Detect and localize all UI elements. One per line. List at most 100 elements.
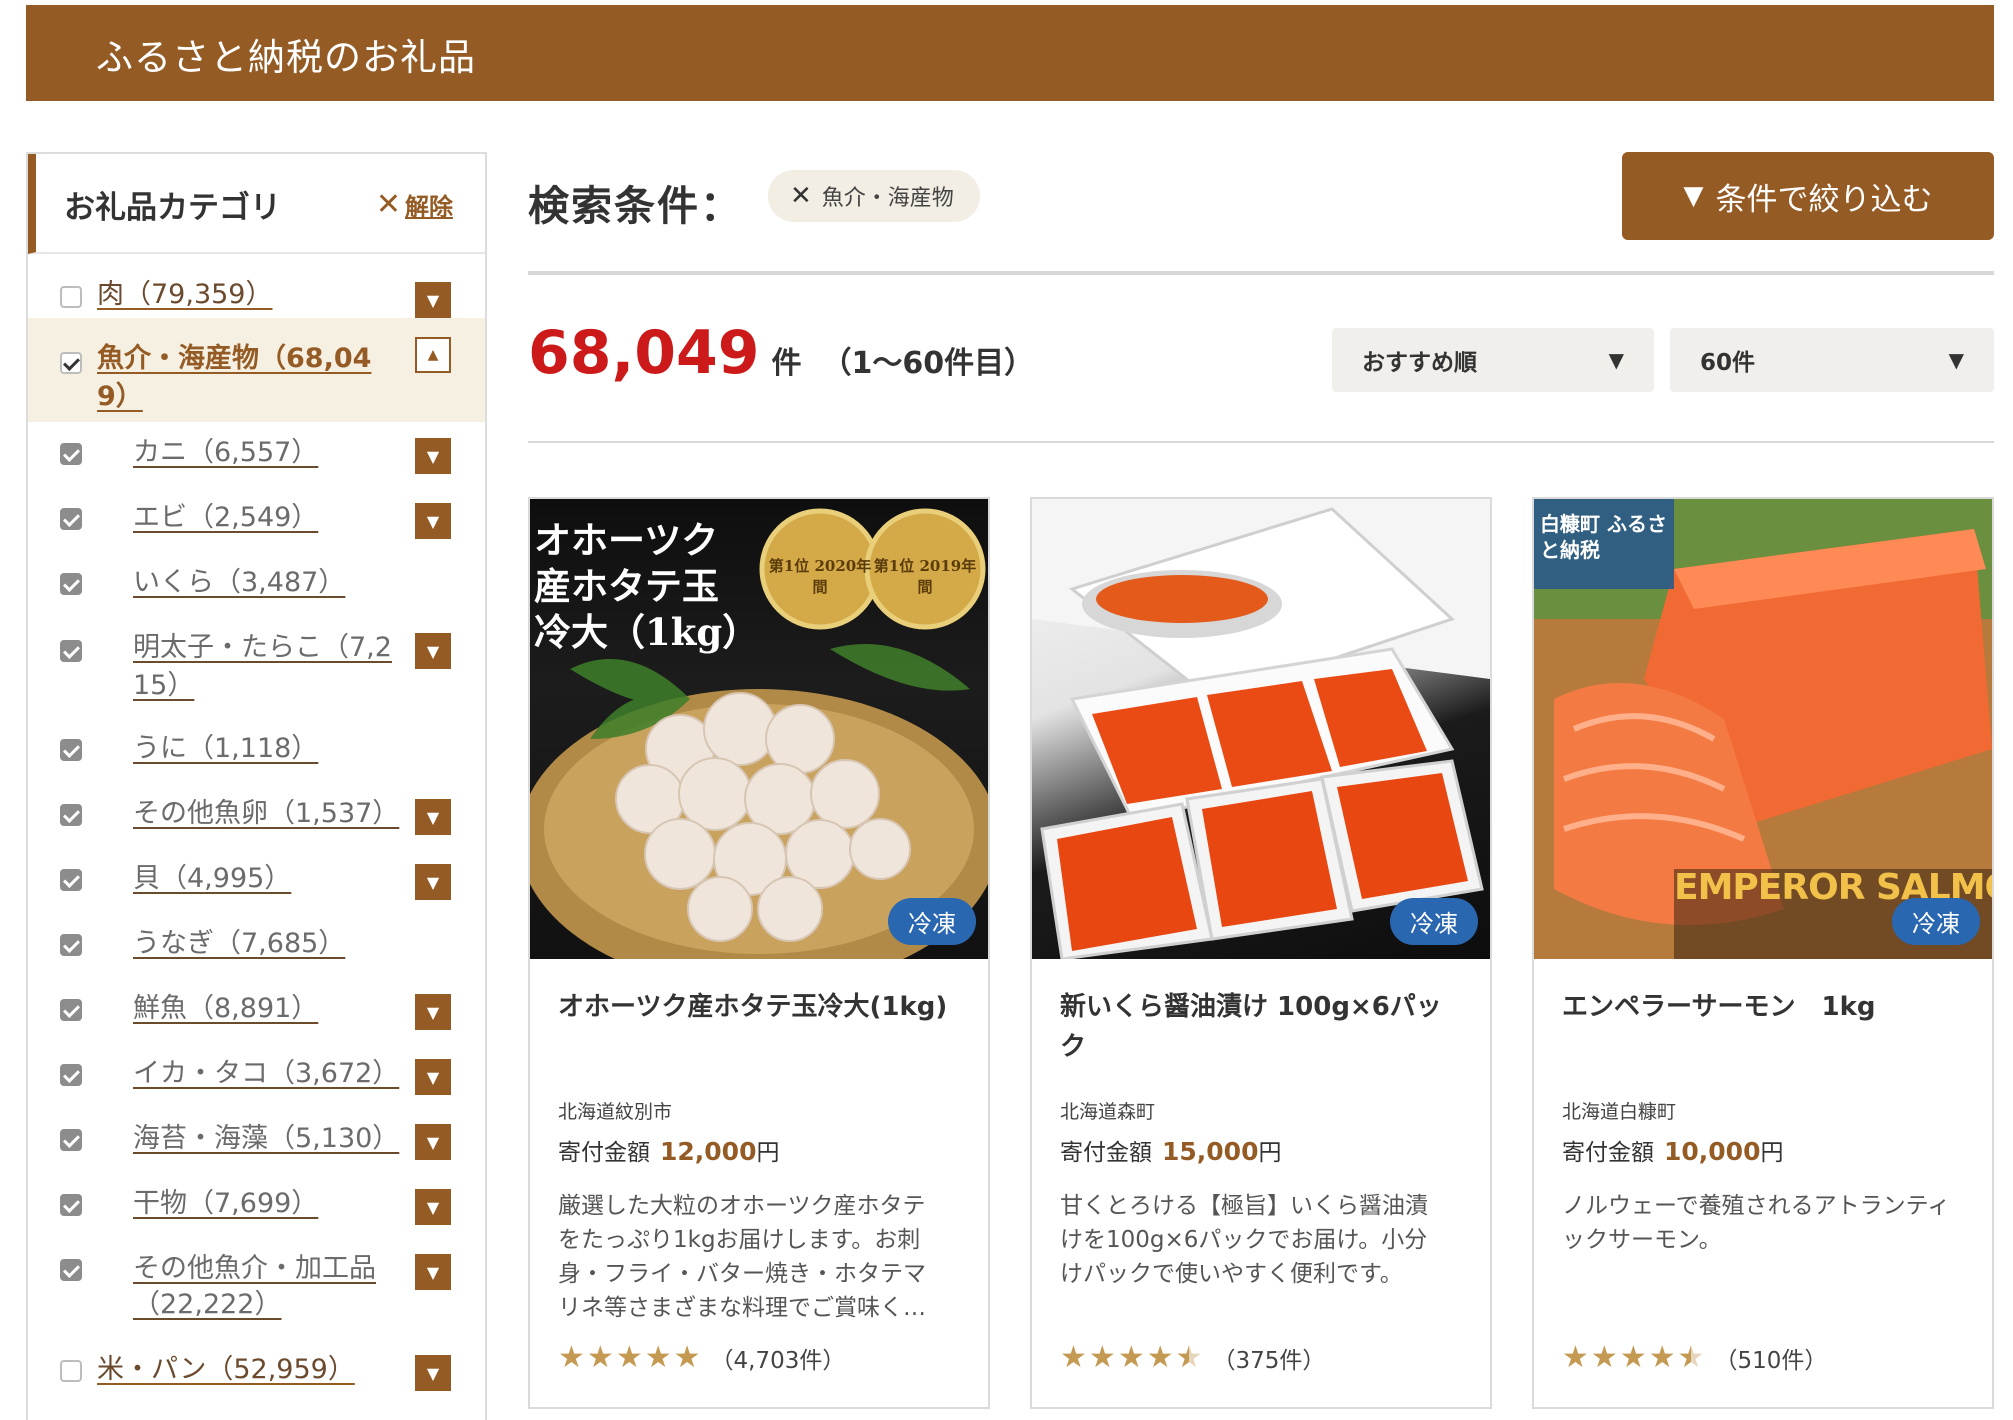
category-checkbox[interactable] (60, 934, 82, 956)
category-label[interactable]: 肉（79,359） (97, 276, 272, 314)
expand-icon[interactable]: ▼ (415, 1059, 451, 1095)
category-checkbox[interactable] (60, 1259, 82, 1281)
category-label[interactable]: イカ・タコ（3,672） (133, 1055, 399, 1093)
category-checkbox[interactable] (60, 869, 82, 891)
price-label: 寄付金額 (1060, 1140, 1152, 1166)
category-label[interactable]: うに（1,118） (133, 730, 318, 768)
category-item-crab[interactable]: カニ（6,557） ▼ (28, 422, 485, 487)
category-item-ikura[interactable]: いくら（3,487） (28, 552, 485, 617)
product-title[interactable]: エンペラーサーモン 1kg (1562, 987, 1964, 1027)
category-checkbox[interactable] (60, 804, 82, 826)
expand-icon[interactable]: ▼ (415, 994, 451, 1030)
expand-icon[interactable]: ▼ (415, 799, 451, 835)
category-label-line1[interactable]: 明太子・たらこ（7,2 (133, 629, 392, 667)
filter-button-label: 条件で絞り込む (1715, 181, 1933, 218)
search-condition-chip[interactable]: ✕ 魚介・海産物 (768, 170, 980, 222)
category-label[interactable]: カニ（6,557） (133, 434, 318, 472)
category-label[interactable]: エビ（2,549） (133, 499, 318, 537)
category-checkbox[interactable] (60, 1360, 82, 1382)
category-label[interactable]: 米・パン（52,959） (97, 1351, 355, 1389)
category-item-seafood[interactable]: 魚介・海産物（68,04 9） ▲ (28, 318, 485, 422)
price-unit: 円 (1760, 1140, 1784, 1166)
ranking-badge-text: 第1位 2020年間 (768, 557, 872, 596)
per-page-select[interactable]: 60件 ▼ (1670, 328, 1994, 392)
category-item-other-seafood[interactable]: その他魚介・加工品 （22,222） ▼ (28, 1238, 485, 1339)
category-item-other-roe[interactable]: その他魚卵（1,537） ▼ (28, 783, 485, 848)
product-card[interactable]: オホーツク産ホタテ玉冷大（1kg） 第1位 2020年間 第1位 2019年間 … (528, 497, 990, 1409)
clear-categories-button[interactable]: ✕ 解除 (376, 187, 453, 222)
product-image[interactable]: オホーツク産ホタテ玉冷大（1kg） 第1位 2020年間 第1位 2019年間 … (530, 499, 988, 959)
category-checkbox[interactable] (60, 508, 82, 530)
frozen-badge: 冷凍 (888, 898, 976, 945)
category-item-mentaiko[interactable]: 明太子・たらこ（7,2 15） ▼ (28, 617, 485, 718)
result-range: （1〜60件目） (821, 346, 1035, 381)
category-checkbox[interactable] (60, 640, 82, 662)
category-label-line2[interactable]: 9） (97, 378, 143, 416)
category-checkbox[interactable] (60, 1064, 82, 1086)
expand-icon[interactable]: ▼ (415, 1124, 451, 1160)
category-item-uni[interactable]: うに（1,118） (28, 718, 485, 783)
sort-select[interactable]: おすすめ順 ▼ (1332, 328, 1654, 392)
category-label[interactable]: その他魚卵（1,537） (133, 795, 399, 833)
result-count: 68,049 件 （1〜60件目） (528, 318, 1034, 388)
product-description: ノルウェーで養殖されるアトランティックサーモン。 (1562, 1193, 1951, 1253)
product-image[interactable]: 白糠町 ふるさと納税 EMPEROR SALMON 冷凍 (1534, 499, 1992, 959)
product-rating: ★★★★★ （375件） (1060, 1341, 1325, 1375)
product-title[interactable]: オホーツク産ホタテ玉冷大(1kg) (558, 987, 960, 1027)
category-item-eel[interactable]: うなぎ（7,685） (28, 913, 485, 978)
product-card[interactable]: 冷凍 新いくら醤油漬け 100g×6パック 北海道森町 寄付金額 15,000円 … (1030, 497, 1492, 1409)
category-item-shrimp[interactable]: エビ（2,549） ▼ (28, 487, 485, 552)
product-price: 寄付金額 15,000円 (1060, 1133, 1281, 1167)
frozen-badge: 冷凍 (1892, 898, 1980, 945)
category-label[interactable]: 貝（4,995） (133, 860, 291, 898)
product-title[interactable]: 新いくら醤油漬け 100g×6パック (1060, 987, 1462, 1067)
category-item-rice-bread[interactable]: 米・パン（52,959） ▼ (28, 1339, 485, 1409)
category-item-fresh-fish[interactable]: 鮮魚（8,891） ▼ (28, 978, 485, 1043)
image-caption: 白糠町 ふるさと納税 (1540, 512, 1667, 562)
category-label-line1[interactable]: その他魚介・加工品 (133, 1250, 376, 1288)
half-star-icon: ★ (1678, 1343, 1705, 1374)
category-label-line2[interactable]: （22,222） (133, 1286, 281, 1324)
expand-icon[interactable]: ▼ (415, 864, 451, 900)
close-icon[interactable]: ✕ (790, 181, 812, 211)
page-title: ふるさと納税のお礼品 (96, 36, 476, 79)
filter-button[interactable]: ▼ 条件で絞り込む (1622, 152, 1994, 240)
product-description: 厳選した大粒のオホーツク産ホタテをたっぷり1kgお届けします。お刺身・フライ・バ… (558, 1193, 926, 1321)
collapse-icon[interactable]: ▲ (415, 337, 451, 373)
category-label[interactable]: うなぎ（7,685） (133, 925, 345, 963)
expand-icon[interactable]: ▼ (415, 1355, 451, 1391)
category-checkbox[interactable] (60, 999, 82, 1021)
category-item-dried-fish[interactable]: 干物（7,699） ▼ (28, 1173, 485, 1238)
category-checkbox[interactable] (60, 443, 82, 465)
category-checkbox[interactable] (60, 573, 82, 595)
category-label[interactable]: いくら（3,487） (133, 564, 345, 602)
ranking-badge-text: 第1位 2019年間 (873, 557, 977, 596)
expand-icon[interactable]: ▼ (415, 282, 451, 318)
category-item-seaweed[interactable]: 海苔・海藻（5,130） ▼ (28, 1108, 485, 1173)
expand-icon[interactable]: ▼ (415, 633, 451, 669)
expand-icon[interactable]: ▼ (415, 438, 451, 474)
category-item-meat[interactable]: 肉（79,359） ▼ (28, 254, 485, 318)
category-item-shellfish[interactable]: 貝（4,995） ▼ (28, 848, 485, 913)
expand-icon[interactable]: ▼ (415, 1189, 451, 1225)
category-item-squid-octopus[interactable]: イカ・タコ（3,672） ▼ (28, 1043, 485, 1108)
product-price: 寄付金額 10,000円 (1562, 1133, 1783, 1167)
category-label[interactable]: 海苔・海藻（5,130） (133, 1120, 399, 1158)
expand-icon[interactable]: ▼ (415, 503, 451, 539)
image-caption: オホーツク産ホタテ玉冷大（1kg） (534, 518, 760, 654)
category-checkbox[interactable] (60, 286, 82, 308)
category-label-line2[interactable]: 15） (133, 667, 194, 705)
category-checkbox[interactable] (60, 1129, 82, 1151)
category-label[interactable]: 干物（7,699） (133, 1185, 318, 1223)
category-label[interactable]: 鮮魚（8,891） (133, 990, 318, 1028)
category-checkbox[interactable] (60, 739, 82, 761)
expand-icon[interactable]: ▼ (415, 1254, 451, 1290)
product-description: 甘くとろける【極旨】いくら醤油漬けを100g×6パックでお届け。小分けパックで使… (1060, 1193, 1428, 1287)
category-label-line1[interactable]: 魚介・海産物（68,04 (97, 340, 371, 378)
category-checkbox[interactable] (60, 352, 82, 374)
star-icon: ★ (615, 1340, 643, 1375)
rating-stars: ★ ★ ★ ★ ★ (1562, 1343, 1707, 1374)
product-image[interactable]: 冷凍 (1032, 499, 1490, 959)
category-checkbox[interactable] (60, 1194, 82, 1216)
product-card[interactable]: 白糠町 ふるさと納税 EMPEROR SALMON 冷凍 エンペラーサーモン 1… (1532, 497, 1994, 1409)
